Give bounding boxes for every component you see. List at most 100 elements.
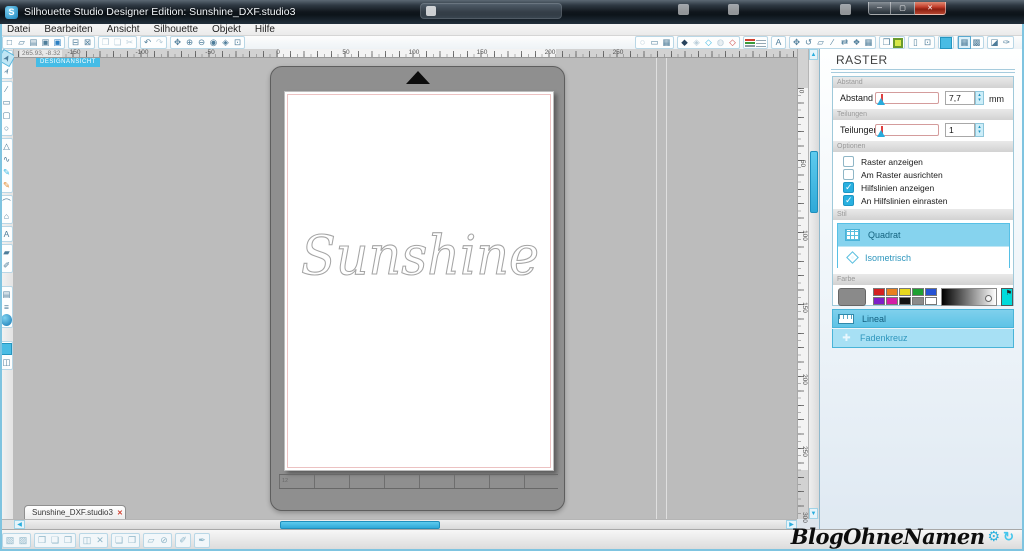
- view-split-icon[interactable]: ◫: [1, 356, 12, 368]
- view-normal-icon[interactable]: [1, 343, 12, 355]
- mirror-icon[interactable]: ⇄: [839, 37, 850, 48]
- color-swatch[interactable]: [899, 297, 911, 305]
- shadow-style-icon[interactable]: ◈: [691, 37, 702, 48]
- zoom-selection-icon[interactable]: ◉: [208, 37, 219, 48]
- rectangle-tool-icon[interactable]: ▭: [1, 96, 12, 108]
- design-page-settings-icon[interactable]: ◌: [637, 37, 648, 48]
- color-swatch[interactable]: [925, 288, 937, 296]
- background-window-tab[interactable]: [420, 3, 562, 19]
- line-dashes-icon[interactable]: [756, 39, 766, 47]
- regular-polygon-tool-icon[interactable]: ⌂: [1, 210, 12, 222]
- checkbox-am-raster-ausrichten[interactable]: [843, 169, 854, 180]
- redo-icon[interactable]: ↷: [154, 37, 165, 48]
- select-all-icon[interactable]: ▧: [4, 534, 16, 547]
- color-picker-swatch[interactable]: ⚑: [1001, 288, 1013, 306]
- edit-points-icon[interactable]: ✐: [177, 534, 189, 547]
- library-panel-icon[interactable]: ≡: [1, 301, 12, 313]
- menu-silhouette[interactable]: Silhouette: [147, 24, 205, 36]
- vertical-scrollbar[interactable]: ▲ ▼: [808, 49, 819, 519]
- polygon-tool-icon[interactable]: △: [1, 140, 12, 152]
- save-to-library-icon[interactable]: ▣: [52, 37, 63, 48]
- zoom-drag-icon[interactable]: ◈: [220, 37, 231, 48]
- undo-icon[interactable]: ↶: [142, 37, 153, 48]
- lineal-toggle[interactable]: Lineal: [832, 309, 1014, 328]
- mirror-copy-icon[interactable]: ❏: [49, 534, 61, 547]
- layer-order-icon[interactable]: ❒: [62, 534, 74, 547]
- registration-marks-icon[interactable]: ⊡: [922, 37, 933, 48]
- color-swatch[interactable]: [899, 288, 911, 296]
- zoom-out-icon[interactable]: ⊖: [196, 37, 207, 48]
- copy-object-icon[interactable]: ❏: [113, 534, 125, 547]
- rounded-rectangle-tool-icon[interactable]: ▢: [1, 109, 12, 121]
- slider-handle-icon[interactable]: [877, 130, 885, 137]
- abstand-value-input[interactable]: 7,7: [945, 91, 975, 105]
- checkbox-hilfslinien-anzeigen[interactable]: [843, 182, 854, 193]
- checkbox-raster-anzeigen[interactable]: [843, 156, 854, 167]
- menu-datei[interactable]: Datei: [0, 24, 37, 36]
- print-icon[interactable]: ⊟: [70, 37, 81, 48]
- color-swatch[interactable]: [873, 297, 885, 305]
- select-tool-icon[interactable]: ➤: [0, 50, 14, 66]
- vertical-guide-line[interactable]: [666, 58, 667, 519]
- copy-icon[interactable]: ❐: [100, 37, 111, 48]
- fit-to-page-icon[interactable]: ⊡: [232, 37, 243, 48]
- modify-icon[interactable]: ▦: [863, 37, 874, 48]
- point-editing-tool-icon[interactable]: ➢: [0, 63, 14, 79]
- design-canvas[interactable]: DESIGNANSICHT Sunshine 12 Sunshine_DXF.s…: [14, 58, 797, 519]
- pattern-style-icon[interactable]: ◍: [715, 37, 726, 48]
- deselect-all-icon[interactable]: ▨: [17, 534, 29, 547]
- line-tool-icon[interactable]: ∕: [1, 83, 12, 95]
- scroll-left-icon[interactable]: ◀: [14, 520, 25, 529]
- checkbox-an-hilfslinien-einrasten[interactable]: [843, 195, 854, 206]
- checkbox-row-am-raster-ausrichten[interactable]: Am Raster ausrichten: [843, 168, 943, 181]
- document-tab-close-icon[interactable]: ✕: [117, 509, 123, 517]
- grid-settings-icon[interactable]: ▦: [661, 37, 672, 48]
- color-swatch[interactable]: [886, 297, 898, 305]
- curve-tool-icon[interactable]: ∿: [1, 153, 12, 165]
- color-swatch[interactable]: [912, 297, 924, 305]
- knife-icon[interactable]: ✑: [1001, 37, 1012, 48]
- slider-handle-icon[interactable]: [877, 98, 885, 105]
- horizontal-ruler[interactable]: 265.93, -8.32 -150 -100 -50 0 50 100 150…: [14, 49, 797, 58]
- scale-icon[interactable]: ▱: [815, 37, 826, 48]
- delete-object-icon[interactable]: ✕: [94, 534, 106, 547]
- fadenkreuz-toggle[interactable]: ✚ Fadenkreuz: [832, 329, 1014, 348]
- rotate-icon[interactable]: ↺: [803, 37, 814, 48]
- stil-option-isometrisch[interactable]: Isometrisch: [838, 246, 1009, 268]
- teilungen-value-input[interactable]: 1: [945, 123, 975, 137]
- offset-style-icon[interactable]: ◇: [727, 37, 738, 48]
- new-document-icon[interactable]: □: [4, 37, 15, 48]
- send-to-silhouette-icon[interactable]: ⊠: [82, 37, 93, 48]
- abstand-spinner[interactable]: ▴▾: [975, 91, 984, 105]
- document-tab[interactable]: Sunshine_DXF.studio3 ✕: [24, 505, 126, 519]
- checkbox-row-hilfslinien-anzeigen[interactable]: Hilfslinien anzeigen: [843, 181, 934, 194]
- scroll-up-icon[interactable]: ▲: [809, 49, 818, 60]
- outline-style-icon[interactable]: ◇: [703, 37, 714, 48]
- abstand-slider[interactable]: [875, 92, 939, 104]
- stil-option-quadrat[interactable]: Quadrat: [838, 224, 1009, 246]
- minimize-button[interactable]: ─: [868, 2, 891, 15]
- design-page-panel-icon[interactable]: ▤: [1, 288, 12, 300]
- horizontal-scroll-thumb[interactable]: [280, 521, 440, 529]
- spin-down-icon[interactable]: ▾: [978, 98, 981, 103]
- text-style-icon[interactable]: A: [773, 37, 784, 48]
- zoom-in-icon[interactable]: ⊕: [184, 37, 195, 48]
- fill-style-icon[interactable]: ◆: [679, 37, 690, 48]
- line-color-panel-icon[interactable]: [893, 38, 903, 48]
- knife-tool-icon[interactable]: ✐: [1, 259, 12, 271]
- arc-tool-icon[interactable]: ⌒: [1, 197, 12, 209]
- teilungen-slider[interactable]: [875, 124, 939, 136]
- open-file-icon[interactable]: ▱: [16, 37, 27, 48]
- line-color-icon[interactable]: [745, 39, 755, 47]
- group-objects-icon[interactable]: ◫: [81, 534, 93, 547]
- spin-down-icon[interactable]: ▾: [978, 130, 981, 135]
- pen-mode-icon[interactable]: ✒: [196, 534, 208, 547]
- clipboard-icon[interactable]: ▤: [28, 37, 39, 48]
- grid-square-style-icon[interactable]: ▦: [959, 37, 970, 48]
- eraser-icon[interactable]: ◪: [989, 37, 1000, 48]
- no-fill-icon[interactable]: ⊘: [158, 534, 170, 547]
- scroll-down-icon[interactable]: ▼: [809, 508, 818, 519]
- teilungen-spinner[interactable]: ▴▾: [975, 123, 984, 137]
- freehand-tool-icon[interactable]: ✎: [1, 166, 12, 178]
- vertical-scroll-thumb[interactable]: [810, 151, 818, 213]
